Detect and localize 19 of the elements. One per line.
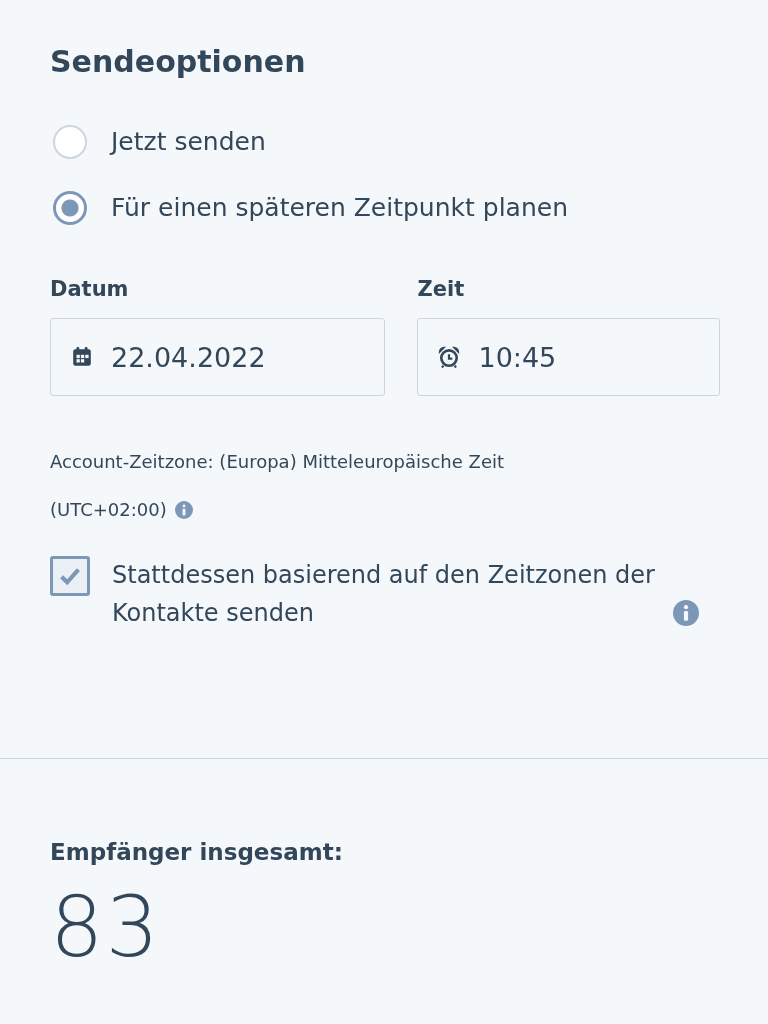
checkbox-label[interactable]: Stattdessen basierend auf den Zeitzonen der Kontakte senden — [112, 556, 657, 632]
radio-label[interactable]: Für einen späteren Zeitpunkt planen — [111, 190, 568, 226]
field-label: Zeit — [417, 276, 465, 303]
utc-offset-text: (UTC+02:00) — [50, 498, 167, 522]
recipients-label: Empfänger insgesamt: — [50, 838, 343, 867]
info-icon[interactable] — [673, 600, 699, 626]
checkbox[interactable] — [50, 556, 90, 596]
alarm-clock-icon[interactable] — [438, 346, 461, 368]
recipients-count: 83 — [50, 877, 161, 977]
field-label: Datum — [50, 276, 129, 303]
section-title: Sendeoptionen — [50, 43, 306, 81]
timezone-text: Account-Zeitzone: (Europa) Mitteleuropäische Zeit — [50, 450, 504, 474]
time-field[interactable]: 10:45 — [417, 318, 720, 396]
calendar-icon[interactable] — [71, 346, 93, 368]
radio-button[interactable] — [53, 191, 87, 225]
radio-label[interactable]: Jetzt senden — [111, 124, 266, 160]
info-icon[interactable] — [174, 501, 193, 519]
date-field[interactable]: 22.04.2022 — [50, 318, 386, 396]
radio-button[interactable] — [53, 125, 87, 159]
